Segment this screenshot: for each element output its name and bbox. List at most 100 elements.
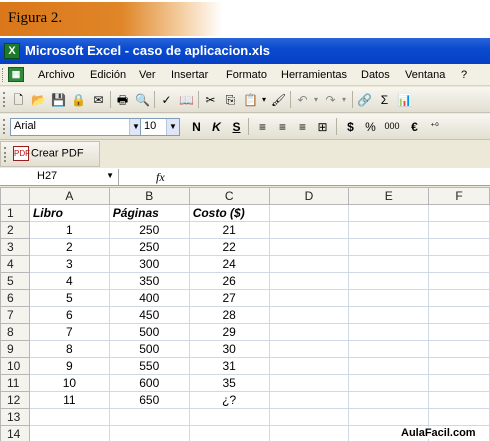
cell-d[interactable] [268, 238, 350, 256]
fx-icon[interactable]: fx [156, 170, 165, 185]
cell-a[interactable] [28, 408, 110, 426]
column-header-a[interactable]: A [28, 187, 110, 205]
cell-c[interactable]: ¿? [188, 391, 270, 409]
worksheet-table[interactable]: A B C D E F 1 Libro Páginas Costo ($) 2 1 250 2… [0, 187, 490, 441]
cell-c[interactable]: 22 [188, 238, 270, 256]
cell-a[interactable]: 2 [28, 238, 110, 256]
open-icon[interactable]: 📂 [30, 91, 47, 108]
cell-f[interactable] [428, 408, 490, 426]
cell-c[interactable] [188, 408, 270, 426]
cell-e[interactable] [348, 204, 430, 222]
row-header[interactable]: 6 [0, 289, 30, 307]
menu-archivo[interactable]: Archivo [38, 69, 75, 81]
menu-edicion[interactable]: Edición [90, 69, 126, 81]
autosum-icon[interactable]: Σ [376, 91, 393, 108]
increase-decimal-button[interactable]: ⁺⁰ [426, 118, 443, 135]
cell-a[interactable]: 1 [28, 221, 110, 239]
print-preview-icon[interactable]: 🔍 [134, 91, 151, 108]
cell-f[interactable] [428, 357, 490, 375]
cell-e[interactable] [348, 391, 430, 409]
cell-d[interactable] [268, 391, 350, 409]
cell-b[interactable]: 250 [108, 221, 190, 239]
cell-e[interactable] [348, 408, 430, 426]
toolbar-grip[interactable] [3, 119, 6, 134]
cell-e[interactable] [348, 357, 430, 375]
font-size-field[interactable]: 10 ▼ [140, 118, 180, 136]
toolbar-grip[interactable] [3, 92, 6, 107]
cell-f[interactable] [428, 272, 490, 290]
paste-icon[interactable]: 📋 [242, 91, 259, 108]
column-header-e[interactable]: E [348, 187, 430, 205]
cell-e[interactable] [348, 255, 430, 273]
cell-e[interactable] [348, 340, 430, 358]
cell-c[interactable]: 29 [188, 323, 270, 341]
euro-button[interactable]: € [406, 118, 423, 135]
paste-dropdown-icon[interactable]: ▾ [260, 91, 268, 108]
row-header[interactable]: 11 [0, 374, 30, 392]
cell-e[interactable] [348, 323, 430, 341]
merge-center-icon[interactable]: ⊞ [314, 118, 331, 135]
format-painter-icon[interactable]: 🖌 [270, 91, 287, 108]
toolbar-grip[interactable] [4, 147, 7, 162]
menu-herramientas[interactable]: Herramientas [281, 69, 347, 81]
cell-b[interactable]: 450 [108, 306, 190, 324]
cell-c[interactable]: 27 [188, 289, 270, 307]
cell-f[interactable] [428, 204, 490, 222]
research-icon[interactable]: 📖 [178, 91, 195, 108]
menu-insertar[interactable]: Insertar [171, 69, 208, 81]
cell-f[interactable] [428, 374, 490, 392]
copy-icon[interactable]: ⎘ [222, 91, 239, 108]
menu-ventana[interactable]: Ventana [405, 69, 445, 81]
row-header[interactable]: 8 [0, 323, 30, 341]
hyperlink-icon[interactable]: 🔗 [356, 91, 373, 108]
cell-b[interactable]: 550 [108, 357, 190, 375]
underline-button[interactable]: S [228, 118, 245, 135]
column-header-f[interactable]: F [428, 187, 490, 205]
cell-b[interactable]: Páginas [108, 204, 190, 222]
permission-icon[interactable]: 🔒 [70, 91, 87, 108]
percent-button[interactable]: % [362, 118, 379, 135]
cell-a[interactable]: 10 [28, 374, 110, 392]
font-name-field[interactable]: Arial ▼ [10, 118, 143, 136]
row-header[interactable]: 4 [0, 255, 30, 273]
select-all-corner[interactable] [0, 187, 30, 205]
row-header[interactable]: 13 [0, 408, 30, 426]
cell-d[interactable] [268, 289, 350, 307]
cell-b[interactable]: 300 [108, 255, 190, 273]
cell-a[interactable]: 9 [28, 357, 110, 375]
chevron-down-icon[interactable]: ▼ [106, 171, 114, 180]
cell-a[interactable]: 3 [28, 255, 110, 273]
cell-f[interactable] [428, 323, 490, 341]
cell-d[interactable] [268, 374, 350, 392]
align-left-icon[interactable]: ≡ [254, 118, 271, 135]
title-bar[interactable]: X Microsoft Excel - caso de aplicacion.x… [0, 38, 490, 64]
email-icon[interactable]: ✉ [90, 91, 107, 108]
menu-formato[interactable]: Formato [226, 69, 267, 81]
row-header[interactable]: 7 [0, 306, 30, 324]
column-header-c[interactable]: C [188, 187, 270, 205]
undo-icon[interactable]: ↶ [294, 91, 311, 108]
workbook-icon[interactable]: ▦ [8, 67, 24, 82]
row-header[interactable]: 12 [0, 391, 30, 409]
row-header[interactable]: 1 [0, 204, 30, 222]
column-header-d[interactable]: D [268, 187, 350, 205]
cell-b[interactable] [108, 425, 190, 441]
cell-d[interactable] [268, 221, 350, 239]
row-header[interactable]: 10 [0, 357, 30, 375]
spelling-icon[interactable]: ✓ [158, 91, 175, 108]
cell-b[interactable]: 500 [108, 340, 190, 358]
cell-f[interactable] [428, 391, 490, 409]
cell-d[interactable] [268, 408, 350, 426]
cell-d[interactable] [268, 272, 350, 290]
cell-a[interactable]: 5 [28, 289, 110, 307]
cell-c[interactable]: Costo ($) [188, 204, 270, 222]
cell-f[interactable] [428, 255, 490, 273]
cell-a[interactable]: 8 [28, 340, 110, 358]
cell-a[interactable]: 6 [28, 306, 110, 324]
chevron-down-icon[interactable]: ▼ [166, 119, 179, 135]
cell-c[interactable] [188, 425, 270, 441]
column-header-b[interactable]: B [108, 187, 190, 205]
toolbar-grip[interactable] [2, 68, 5, 82]
bold-button[interactable]: N [188, 118, 205, 135]
row-header[interactable]: 9 [0, 340, 30, 358]
